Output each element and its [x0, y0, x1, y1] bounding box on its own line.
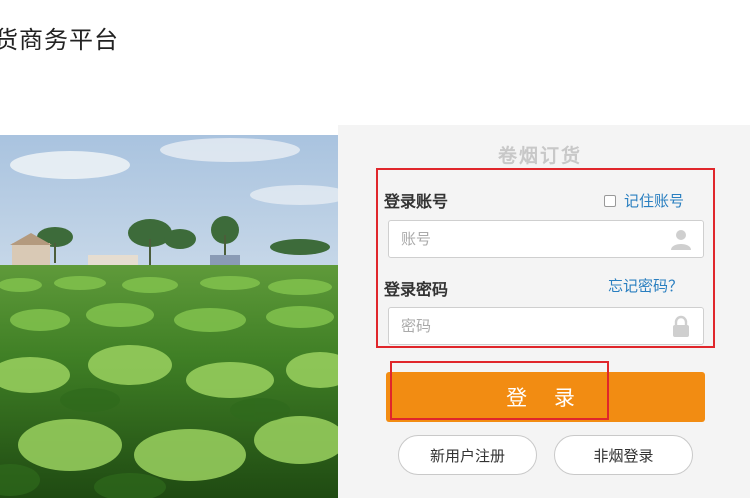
register-button[interactable]: 新用户注册: [398, 435, 537, 475]
login-button[interactable]: 登 录: [386, 372, 705, 422]
site-title: 货商务平台: [0, 26, 119, 54]
credentials-highlight-box: [376, 168, 715, 348]
form-heading: 卷烟订货: [498, 145, 583, 167]
non-tobacco-login-button[interactable]: 非烟登录: [554, 435, 693, 475]
tobacco-field-image: [0, 135, 338, 498]
